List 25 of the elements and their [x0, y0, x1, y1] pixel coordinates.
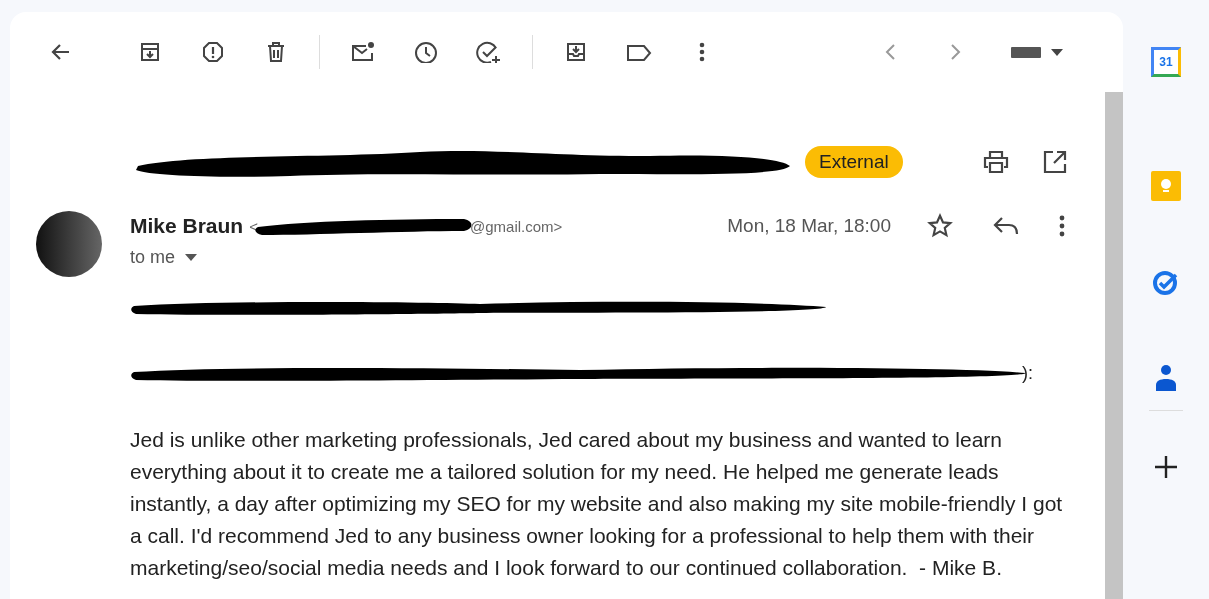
calendar-icon[interactable]: 31 [1151, 47, 1181, 77]
clock-icon[interactable] [414, 41, 438, 63]
archive-icon[interactable] [139, 41, 161, 63]
delete-icon[interactable] [265, 41, 287, 63]
body-text: ): [1022, 362, 1033, 384]
sender-email: @gmail.com> [469, 217, 563, 235]
scrollbar[interactable] [1105, 92, 1123, 599]
add-task-icon[interactable] [476, 41, 502, 63]
recipient-dropdown[interactable]: to me [130, 247, 198, 268]
message-body: Jed is unlike other marketing professionals, Jed cared about my business and wanted to learn everything about it to create me a tailored solution for my need. He helped me generate leads instantly, a day after optimizing my SEO for my website and also making my site mobile-friendly I got a call. I'd recommend Jed to any business owner looking for a professional to help them with their marketing/seo/social media needs and I look forward to our continued collaboration. - Mike B. [130, 427, 1064, 581]
caret-icon[interactable] [185, 254, 198, 261]
external-badge: External [805, 146, 903, 178]
person-icon[interactable] [1154, 364, 1178, 392]
star-icon[interactable] [927, 213, 953, 239]
move-to-inbox-icon[interactable] [565, 41, 587, 63]
more-icon[interactable] [699, 41, 705, 63]
mark-unread-icon[interactable] [351, 41, 375, 63]
sender-name: Mike Braun [130, 214, 244, 238]
date-text: Mon, 18 Mar, 18:00 [727, 215, 891, 237]
add-icon[interactable] [1154, 455, 1178, 479]
more-icon[interactable] [1059, 215, 1065, 237]
open-in-new-window-icon[interactable] [1043, 150, 1067, 174]
reply-icon[interactable] [993, 215, 1019, 237]
print-icon[interactable] [983, 150, 1009, 174]
report-spam-icon[interactable] [202, 41, 224, 63]
